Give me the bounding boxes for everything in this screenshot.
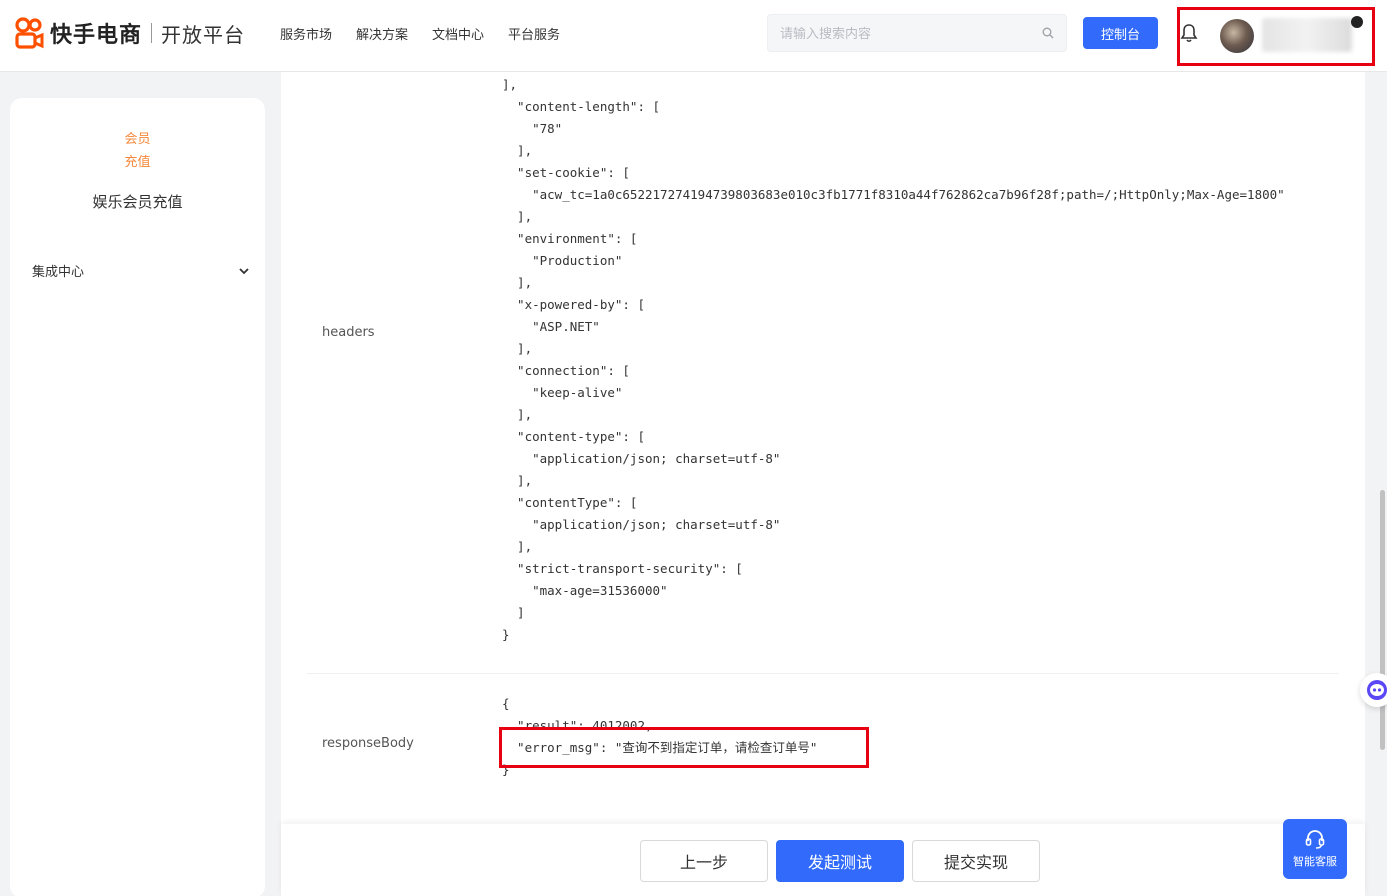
chevron-down-icon[interactable] (238, 265, 250, 277)
sidebar-item-integration-center[interactable]: 集成中心 (32, 261, 250, 280)
kuaishou-logo-icon (15, 17, 44, 49)
main-nav: 服务市场 解决方案 文档中心 平台服务 (280, 24, 560, 43)
avatar[interactable] (1220, 19, 1254, 53)
previous-step-button[interactable]: 上一步 (640, 840, 768, 882)
logo[interactable]: 快手电商 开放平台 (14, 17, 245, 49)
bot-face-icon (1367, 680, 1387, 700)
console-button[interactable]: 控制台 (1083, 17, 1158, 49)
footer-actions: 上一步 发起测试 提交实现 (281, 824, 1365, 896)
member-tag-line2: 充值 (124, 155, 151, 170)
search-box (767, 14, 1067, 52)
top-header: 快手电商 开放平台 服务市场 解决方案 文档中心 平台服务 控制台 (0, 0, 1387, 72)
headers-json: ], "content-length": [ "78" ], "set-cook… (502, 77, 1285, 642)
search-input[interactable] (768, 15, 1018, 51)
logo-divider (151, 23, 153, 43)
sidebar-item-label: 集成中心 (32, 265, 85, 280)
error-msg-highlight (499, 727, 869, 768)
chat-bot-button[interactable] (1360, 673, 1387, 707)
nav-service-market[interactable]: 服务市场 (280, 24, 332, 43)
platform-name: 开放平台 (161, 22, 246, 47)
nav-docs[interactable]: 文档中心 (432, 24, 484, 43)
nav-solutions[interactable]: 解决方案 (356, 24, 408, 43)
user-name-redacted (1262, 18, 1352, 52)
response-body-label: responseBody (322, 736, 414, 751)
user-menu-highlight[interactable] (1177, 7, 1375, 66)
brand-name: 快手电商 (50, 23, 143, 48)
user-badge-icon (1351, 16, 1363, 28)
smart-service-label: 智能客服 (1293, 855, 1337, 868)
member-tag-line1: 会员 (124, 132, 151, 147)
headset-icon (1305, 830, 1325, 849)
headers-row: headers ], "content-length": [ "78" ], "… (307, 72, 1339, 667)
main-panel: headers ], "content-length": [ "78" ], "… (281, 72, 1365, 832)
headers-label: headers (322, 325, 375, 340)
scrollbar-thumb[interactable] (1380, 490, 1385, 750)
smart-service-button[interactable]: 智能客服 (1283, 819, 1347, 879)
start-test-button[interactable]: 发起测试 (776, 840, 904, 882)
search-icon[interactable] (1042, 27, 1054, 39)
submit-implementation-button[interactable]: 提交实现 (912, 840, 1040, 882)
nav-platform-services[interactable]: 平台服务 (508, 24, 560, 43)
sidebar-title: 娱乐会员充值 (92, 193, 183, 211)
sidebar: 会员 充值 娱乐会员充值 集成中心 (10, 98, 265, 896)
member-recharge-tag: 会员 充值 (10, 128, 265, 174)
